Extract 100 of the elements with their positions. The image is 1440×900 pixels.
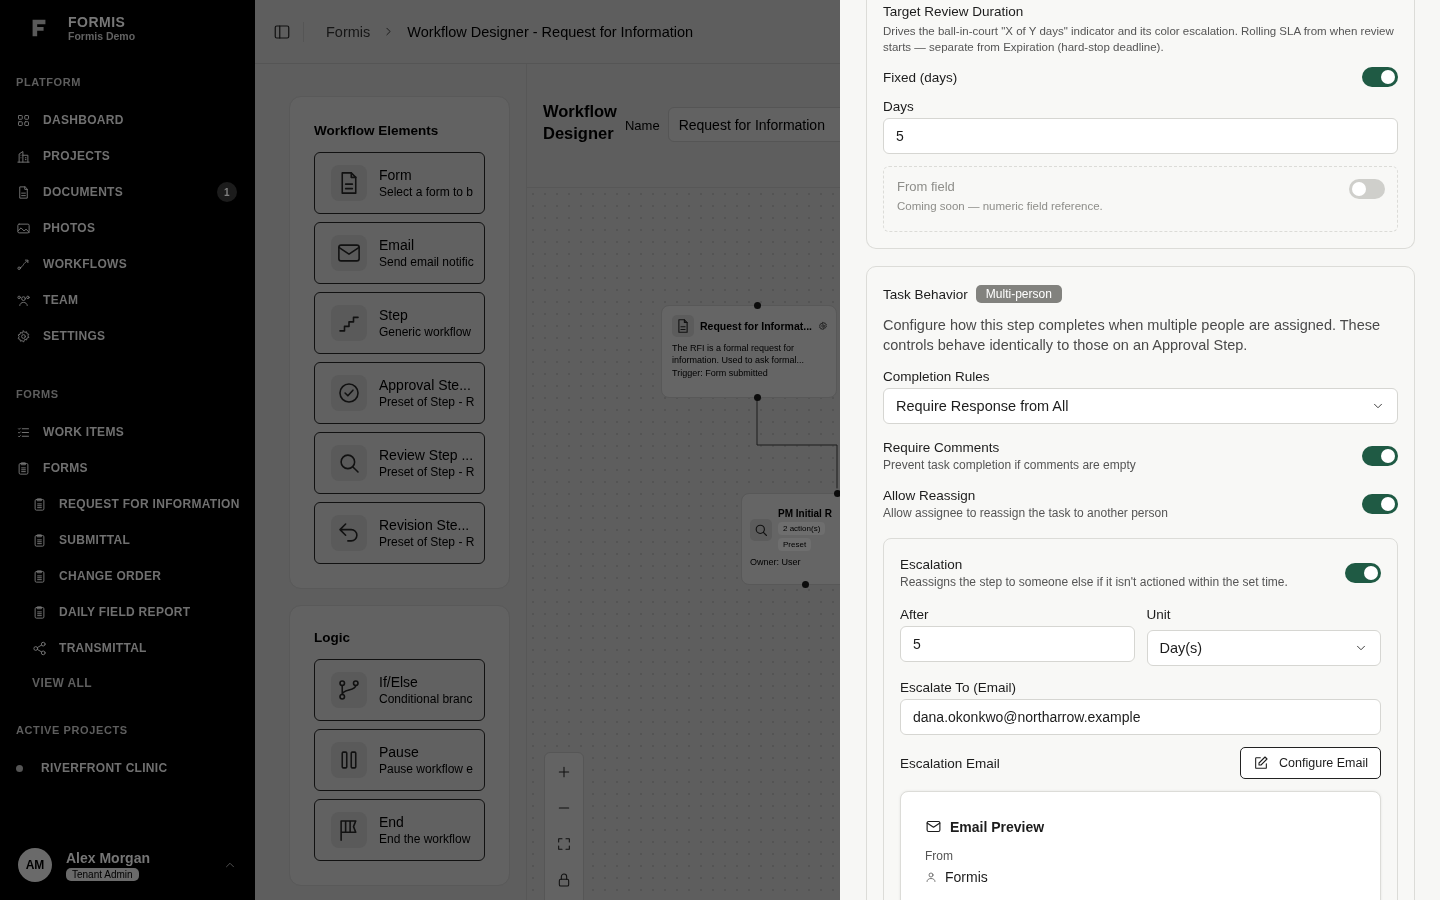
element-title: Approval Ste... [379, 377, 472, 393]
clipboard-icon [32, 532, 47, 548]
input-field[interactable]: dana.okonkwo@northarrow.example [900, 699, 1381, 735]
node-tag: 2 action(s) [778, 522, 826, 535]
sidebar-item[interactable]: WORKFLOWS [16, 246, 239, 282]
sidebar-item[interactable]: DASHBOARD [16, 102, 239, 138]
toggle-label: Fixed (days) [883, 69, 958, 85]
field-label: Name [624, 118, 660, 133]
toggle-switch[interactable] [1345, 563, 1381, 583]
element-card[interactable]: If/Else Conditional branc [314, 659, 485, 721]
section-description: Configure how this step completes when multiple people are assigned. These controls behave identically to those on an Approval Step. [883, 316, 1382, 355]
element-card[interactable]: Form Select a form to b [314, 152, 485, 214]
zoom-in-icon[interactable] [556, 764, 572, 780]
toggle-label: Require Comments [883, 440, 1001, 455]
option-note: Coming soon — numeric field reference. [897, 200, 1103, 212]
node-description: The RFI is a formal request for information. Used to ask formal... [672, 342, 806, 366]
count-badge: 1 [217, 182, 237, 202]
document-icon [16, 184, 31, 200]
sidebar-item[interactable]: RIVERFRONT CLINIC [16, 750, 239, 786]
option-label: From field [897, 179, 956, 194]
element-description: Send email notific [379, 255, 474, 269]
element-description: Preset of Step - R [379, 465, 475, 479]
breadcrumb-link[interactable]: Workflow Designer - Request for Information [407, 23, 694, 40]
clipboard-icon [32, 568, 47, 584]
handle-dot[interactable] [754, 302, 761, 309]
workflow-node[interactable]: PM Initial R 2 action(s) Preset Owner: User [741, 493, 840, 585]
sidebar-item[interactable]: PROJECTS [16, 138, 239, 174]
element-description: Conditional branc [379, 692, 473, 706]
mail-icon [331, 235, 367, 271]
sidebar-item[interactable]: FORMS [16, 450, 239, 486]
toggle-switch[interactable] [1362, 67, 1398, 87]
select-field[interactable]: Day(s) [1146, 630, 1381, 666]
designer-title: Workflow Designer [543, 101, 617, 144]
element-description: Preset of Step - R [379, 535, 475, 549]
element-title: Email [379, 237, 415, 253]
element-description: Select a form to b [379, 185, 474, 199]
search-icon [750, 518, 772, 541]
input-field[interactable]: 5 [883, 118, 1398, 154]
sidebar-toggle-icon[interactable] [273, 22, 291, 41]
document-icon [672, 315, 694, 337]
sidebar-item[interactable]: CHANGE ORDER [16, 558, 239, 594]
sidebar-item[interactable]: PHOTOS [16, 210, 239, 246]
element-card[interactable]: Step Generic workflow [314, 292, 485, 354]
breadcrumb-link[interactable]: Formis [326, 23, 371, 40]
handle-dot[interactable] [754, 394, 761, 401]
role-badge: Tenant Admin [66, 867, 139, 881]
sender-name: Formis [945, 869, 988, 885]
input-field[interactable]: 5 [900, 626, 1135, 662]
grid-icon [16, 112, 31, 128]
branch-icon [331, 672, 367, 708]
element-description: End the workflow [379, 832, 471, 846]
element-title: If/Else [379, 674, 419, 690]
user-icon [925, 871, 937, 883]
configure-email-button[interactable]: Configure Email [1240, 747, 1381, 779]
toggle-description: Allow assignee to reassign the task to another person [883, 506, 1168, 520]
section-title: Target Review Duration [883, 4, 1025, 19]
lock-icon[interactable] [556, 872, 572, 888]
element-card[interactable]: Pause Pause workflow e [314, 729, 485, 791]
sidebar-item[interactable]: DAILY FIELD REPORT [16, 594, 239, 630]
sidebar-item[interactable]: SETTINGS [16, 318, 239, 354]
select-field[interactable]: Require Response from All [883, 388, 1398, 424]
sidebar-item[interactable]: DOCUMENTS 1 [16, 174, 239, 210]
field-label: Escalate To (Email) [900, 680, 1018, 695]
section-title: Task Behavior [883, 286, 968, 302]
element-title: Revision Ste... [379, 517, 471, 533]
document-icon [331, 165, 367, 201]
name-field[interactable]: Request for Information [667, 107, 840, 142]
section-label: PLATFORM [16, 76, 83, 88]
element-card[interactable]: Review Step ... Preset of Step - R [314, 432, 485, 494]
fit-view-icon[interactable] [556, 836, 572, 852]
flag-icon [331, 812, 367, 848]
clipboard-icon [32, 496, 47, 512]
share-icon [32, 640, 47, 656]
brand-subtitle: Formis Demo [68, 30, 136, 42]
stairs-icon [331, 305, 367, 341]
sidebar-item[interactable]: WORK ITEMS [16, 414, 239, 450]
element-card[interactable]: Revision Ste... Preset of Step - R [314, 502, 485, 564]
sidebar-item[interactable]: TRANSMITTAL [16, 630, 239, 666]
workflow-node[interactable]: Request for Informat... The RFI is a formal request for information. Used to ask formal... Trigger: Form submitted [661, 305, 837, 398]
toggle-switch[interactable] [1362, 446, 1398, 466]
node-trigger: Trigger: Form submitted [672, 368, 769, 378]
building-icon [16, 148, 31, 164]
sidebar-item[interactable]: REQUEST FOR INFORMATION [16, 486, 239, 522]
clipboard-icon [16, 460, 31, 476]
field-label: Escalation Email [900, 755, 1000, 771]
panel-title: Logic [314, 630, 351, 645]
route-icon [16, 256, 31, 272]
view-all-link[interactable]: VIEW ALL [16, 666, 239, 690]
toggle-switch[interactable] [1362, 494, 1398, 514]
element-card[interactable]: End End the workflow [314, 799, 485, 861]
element-card[interactable]: Approval Ste... Preset of Step - R [314, 362, 485, 424]
preview-title: Email Preview [950, 818, 1045, 835]
handle-dot[interactable] [802, 581, 809, 588]
toggle-description: Prevent task completion if comments are empty [883, 458, 1136, 472]
sidebar-item[interactable]: SUBMITTAL [16, 522, 239, 558]
sidebar-item[interactable]: TEAM [16, 282, 239, 318]
field-label: After [900, 607, 930, 622]
node-owner: Owner: User [750, 557, 802, 567]
element-card[interactable]: Email Send email notific [314, 222, 485, 284]
user-menu[interactable]: AM Alex Morgan Tenant Admin [16, 848, 239, 882]
